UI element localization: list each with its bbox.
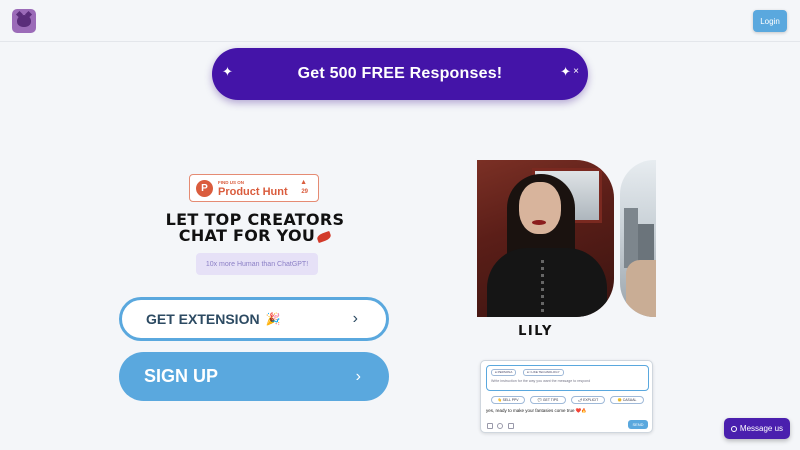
sparkle-icon: ✦ [560, 64, 571, 79]
chili-pepper-icon [316, 230, 333, 243]
chat-demo-card: ● PERSONA ● I LIKE TECHNOLOGY Write inst… [480, 360, 653, 433]
instruction-placeholder: Write instruction for the way you want t… [491, 379, 591, 383]
hero-headline: LET TOP CREATORS CHAT FOR YOU [135, 212, 375, 244]
image-icon[interactable] [487, 423, 493, 429]
promo-banner[interactable]: ✦ Get 500 FREE Responses! ✦ × [212, 48, 588, 100]
message-us-label: Message us [739, 424, 784, 433]
top-navbar: Login [0, 0, 800, 42]
promo-text: Get 500 FREE Responses! [297, 65, 503, 82]
upvote-count: 29 [301, 189, 308, 195]
creator-photo-card[interactable] [477, 160, 614, 317]
send-button[interactable]: SEND [628, 420, 648, 429]
sparkle-icon: ✦ [222, 64, 233, 79]
chat-bubble-icon [730, 425, 737, 432]
persona-tag[interactable]: ● PERSONA [491, 369, 517, 376]
party-popper-icon: 🎉 [265, 312, 281, 326]
product-hunt-name: Product Hunt [218, 186, 288, 198]
creator-name: LILY [518, 324, 553, 339]
chevron-right-icon: › [355, 367, 361, 385]
chip-explicit[interactable]: 🌶 EXPLICIT [571, 396, 605, 404]
get-extension-button[interactable]: GET EXTENSION 🎉 › [119, 297, 389, 341]
close-icon[interactable]: × [573, 66, 579, 77]
chevron-right-icon: › [352, 310, 358, 327]
get-extension-label: GET EXTENSION [146, 311, 260, 327]
generated-reply: yes, ready to make your fantasies come t… [486, 408, 587, 413]
instruction-box[interactable]: ● PERSONA ● I LIKE TECHNOLOGY Write inst… [486, 365, 649, 391]
product-hunt-caption: FIND US ON [218, 180, 245, 185]
chip-sell-ppv[interactable]: 👋 SELL PPV [491, 396, 525, 404]
sign-up-button[interactable]: SIGN UP › [119, 352, 389, 401]
devil-cat-logo-icon[interactable] [12, 9, 36, 33]
product-hunt-logo-icon: P [196, 180, 213, 197]
chip-casual[interactable]: 😊 CASUAL [610, 396, 644, 404]
emoji-icon[interactable] [497, 423, 503, 429]
next-creator-photo-card[interactable] [620, 160, 656, 317]
upvote-arrow-icon: ▲ [300, 179, 307, 186]
interest-tag[interactable]: ● I LIKE TECHNOLOGY [523, 369, 564, 376]
chip-get-tips[interactable]: 💬 GET TIPS [530, 396, 566, 404]
login-button[interactable]: Login [753, 10, 787, 32]
sign-up-label: SIGN UP [144, 366, 219, 386]
product-hunt-badge[interactable]: P FIND US ON Product Hunt ▲ 29 [189, 174, 319, 202]
message-us-button[interactable]: Message us [724, 418, 790, 439]
attachment-icon[interactable] [508, 423, 514, 429]
headline-line-2: CHAT FOR YOU [178, 226, 316, 245]
tagline-pill: 10x more Human than ChatGPT! [196, 253, 318, 275]
